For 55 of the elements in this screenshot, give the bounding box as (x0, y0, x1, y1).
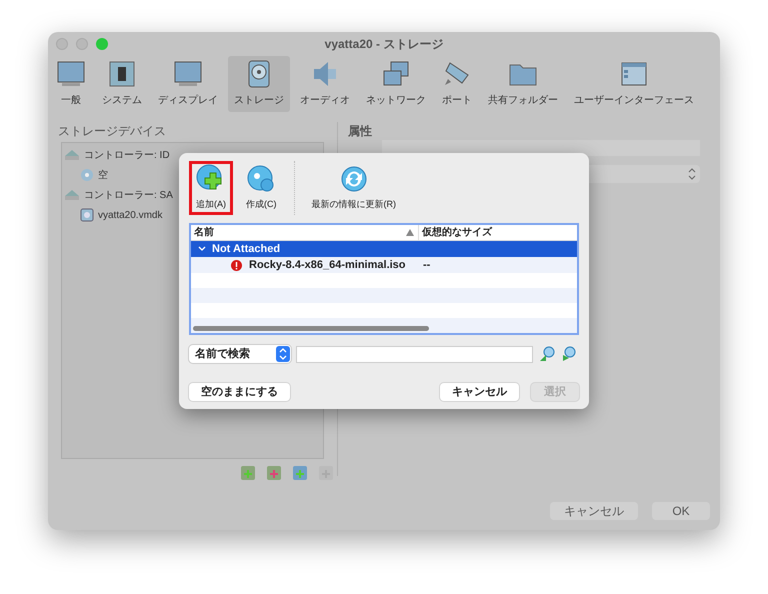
toolbar-button[interactable]: 作成(C) (239, 161, 284, 215)
list-row[interactable]: Rocky-8.4-x86_64-minimal.iso -- (191, 257, 577, 273)
search-previous-icon[interactable] (539, 346, 555, 362)
window-title: vyatta20 - ストレージ (324, 36, 444, 53)
toolbar-button[interactable]: 最新の情報に更新(R) (304, 161, 403, 215)
section-title: ストレージデバイス (58, 123, 167, 140)
add-controller-icon[interactable] (240, 465, 256, 481)
tree-item[interactable]: コントローラー: SA (84, 188, 173, 202)
search-field[interactable] (296, 346, 533, 362)
tree-item[interactable]: vyatta20.vmdk (98, 208, 162, 222)
search-mode-select[interactable]: 名前で検索 (189, 345, 291, 363)
error-icon (231, 260, 242, 270)
toolbar-tab[interactable]: ユーザーインターフェース (568, 56, 700, 112)
toolbar-tab[interactable]: ネットワーク (360, 56, 432, 112)
chevron-down-icon (198, 246, 206, 252)
column-header[interactable]: 仮想的なサイズ (419, 225, 492, 240)
section-title: 属性 (348, 123, 373, 140)
disc-icon (80, 168, 94, 182)
dialog-button[interactable]: キャンセル (440, 383, 519, 401)
sort-ascending-icon (406, 229, 414, 236)
monitor-icon (56, 59, 86, 89)
monitor-icon (173, 59, 203, 89)
tree-item[interactable]: 空 (98, 168, 108, 182)
controller-icon (64, 188, 80, 202)
toolbar-tab[interactable]: オーディオ (294, 56, 356, 112)
tree-item[interactable]: コントローラー: ID (84, 148, 170, 162)
search-next-icon[interactable] (560, 346, 576, 362)
toolbar-tab[interactable]: システム (96, 56, 148, 112)
remove-attachment-icon[interactable] (318, 465, 334, 481)
dialog-button[interactable]: キャンセル (550, 502, 638, 520)
chip-icon (107, 59, 137, 89)
chevron-icon (276, 346, 290, 362)
list-row[interactable]: Not Attached (191, 241, 577, 257)
scrollbar[interactable] (193, 326, 429, 331)
minimize-window-icon[interactable] (76, 38, 88, 50)
toolbar-tab[interactable]: ストレージ (228, 56, 290, 112)
refresh-icon (338, 164, 369, 194)
toolbar-tab[interactable]: ポート (436, 56, 478, 112)
toolbar-tab[interactable]: 一般 (50, 56, 92, 112)
dialog-button[interactable]: 空のままにする (189, 383, 290, 401)
group-label: Not Attached (212, 242, 280, 257)
disc-create-icon (246, 164, 276, 194)
toolbar-tab[interactable]: ディスプレイ (152, 56, 224, 112)
chevron-icon (688, 168, 696, 180)
controller-icon (64, 148, 80, 162)
column-header[interactable]: 名前 (191, 225, 419, 240)
close-window-icon[interactable] (56, 38, 68, 50)
toolbar-button[interactable]: 追加(A) (189, 161, 233, 215)
remove-controller-icon[interactable] (266, 465, 282, 481)
file-name: Rocky-8.4-x86_64-minimal.iso (249, 258, 406, 273)
dialog-button[interactable]: OK (652, 502, 710, 520)
file-size: -- (422, 258, 430, 273)
add-attachment-icon[interactable] (292, 465, 308, 481)
toolbar-tab[interactable]: 共有フォルダー (482, 56, 564, 112)
zoom-window-icon[interactable] (96, 38, 108, 50)
